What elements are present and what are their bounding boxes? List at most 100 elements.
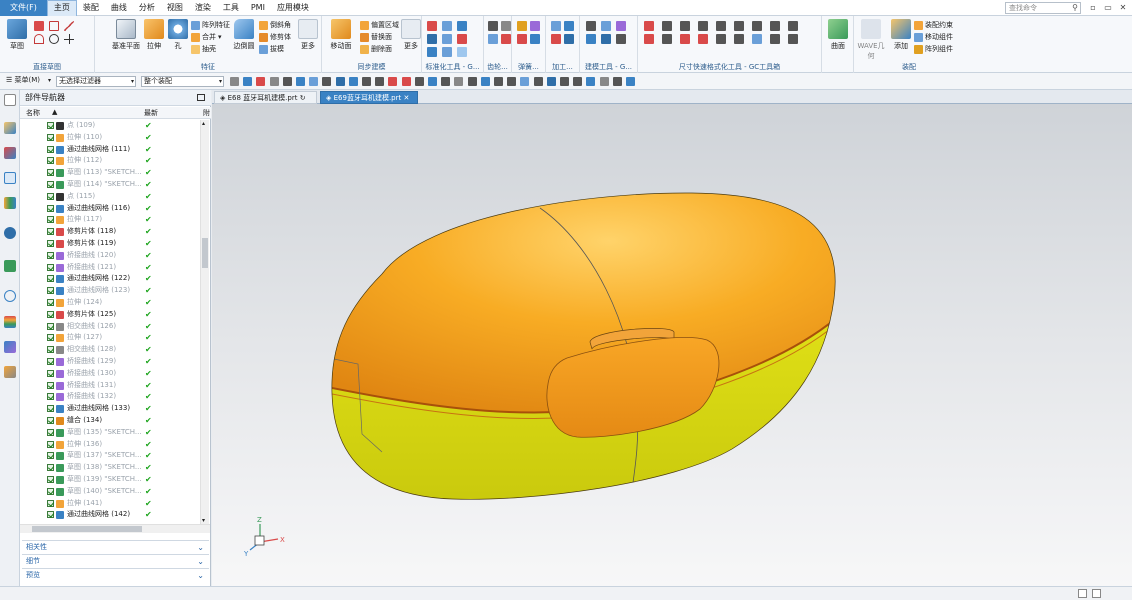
tree-row[interactable]: 拉伸 (127) ✔ [20,332,200,344]
sketch-button[interactable]: 草图 [2,19,32,51]
clock-icon[interactable] [4,290,16,302]
unite-button[interactable]: 合并 ▾ [191,32,222,42]
tree-row[interactable]: 桥接曲线 (131) ✔ [20,380,200,392]
navigator-horizontal-scrollbar[interactable] [20,524,210,533]
circle-icon[interactable] [49,34,59,44]
snap-tool-icon[interactable] [454,77,464,86]
dim-tool-icon[interactable] [662,34,672,44]
visibility-checkbox[interactable] [47,169,54,177]
tree-row[interactable]: 草图 (114) "SKETCH... ✔ [20,179,200,191]
menu-assembly[interactable]: 装配 [77,0,105,16]
selection-filter-select[interactable]: 无选择过滤器 ▾ [56,76,136,87]
tree-row[interactable]: 通过曲线网格 (123) ✔ [20,285,200,297]
visibility-checkbox[interactable] [47,464,54,472]
pattern-component-button[interactable]: 阵列组件 [914,44,953,54]
snap-tool-icon[interactable] [626,77,635,86]
draft-button[interactable]: 拔模 [259,44,284,54]
std-tool-icon[interactable] [457,21,467,31]
visibility-checkbox[interactable] [47,487,54,495]
history-icon[interactable] [4,260,16,272]
feature-more-button[interactable]: 更多 [293,19,323,51]
role-icon[interactable] [4,341,16,353]
tab-e68[interactable]: ◈ E68 蓝牙耳机建模.prt ↻ [214,91,317,104]
std-tool-icon[interactable] [442,34,452,44]
spring-icon[interactable] [517,21,527,31]
tab-e69[interactable]: ◈ E69蓝牙耳机建模.prt ✕ [320,91,418,104]
full-screen-icon[interactable] [1078,589,1087,598]
snap-tool-icon[interactable] [256,77,266,86]
modeling-tool-icon[interactable] [601,21,611,31]
arc-icon[interactable] [34,34,44,44]
visibility-checkbox[interactable] [47,122,54,129]
menu-curve[interactable]: 曲线 [105,0,133,16]
tree-row[interactable]: 通过曲线网格 (116) ✔ [20,203,200,215]
snap-tool-icon[interactable] [494,77,503,86]
visibility-checkbox[interactable] [47,239,54,247]
reuse-library-icon[interactable] [4,197,16,209]
snap-tool-icon[interactable] [243,77,253,86]
machining-icon[interactable] [551,34,561,44]
snap-tool-icon[interactable] [520,77,530,86]
tree-row[interactable]: 通过曲线网格 (133) ✔ [20,403,200,415]
snap-tool-icon[interactable] [573,77,583,86]
modeling-tool-icon[interactable] [616,21,626,31]
visibility-checkbox[interactable] [47,263,54,271]
file-menu[interactable]: 文件(F) [0,0,47,16]
tree-row[interactable]: 桥接曲线 (121) ✔ [20,262,200,274]
edge-blend-button[interactable]: 边倒圆 [229,19,259,51]
visibility-checkbox[interactable] [47,145,54,153]
tree-row[interactable]: 修剪片体 (125) ✔ [20,309,200,321]
visibility-checkbox[interactable] [47,346,54,354]
tree-row[interactable]: 拉伸 (136) ✔ [20,439,200,451]
trim-body-button[interactable]: 修剪体 [259,32,291,42]
std-tool-icon[interactable] [442,21,452,31]
snap-tool-icon[interactable] [388,77,398,86]
tree-row[interactable]: 修剪片体 (119) ✔ [20,238,200,250]
column-latest[interactable]: 最新 [144,108,158,118]
move-component-button[interactable]: 移动组件 [914,32,953,42]
close-tab-icon[interactable]: ✕ [403,94,409,102]
visibility-checkbox[interactable] [47,416,54,424]
visibility-checkbox[interactable] [47,322,54,330]
scroll-thumb[interactable] [32,526,142,532]
tree-row[interactable]: 点 (115) ✔ [20,191,200,203]
tree-row[interactable]: 相交曲线 (128) ✔ [20,344,200,356]
dim-tool-icon[interactable] [752,34,762,44]
tree-row[interactable]: 桥接曲线 (129) ✔ [20,356,200,368]
snap-tool-icon[interactable] [375,77,385,86]
tree-row[interactable]: 拉伸 (117) ✔ [20,214,200,226]
scroll-up-icon[interactable]: ▴ [202,120,205,127]
dim-tool-icon[interactable] [716,21,726,31]
visibility-checkbox[interactable] [47,157,54,165]
tree-row[interactable]: 通过曲线网格 (122) ✔ [20,273,200,285]
snap-tool-icon[interactable] [560,77,569,86]
menu-analysis[interactable]: 分析 [133,0,161,16]
menu-home[interactable]: 主页 [46,0,77,16]
dim-tool-icon[interactable] [644,21,654,31]
column-name[interactable]: 名称 [26,108,40,118]
gear-icon[interactable] [501,21,511,31]
std-tool-icon[interactable] [427,34,437,44]
tree-row[interactable]: 桥接曲线 (120) ✔ [20,250,200,262]
dim-tool-icon[interactable] [788,21,798,31]
snap-tool-icon[interactable] [546,77,556,86]
spring-icon[interactable] [530,21,540,31]
snap-tool-icon[interactable] [309,77,319,86]
view-triad[interactable]: X Z Y [243,516,285,558]
visibility-checkbox[interactable] [47,133,54,141]
shell-button[interactable]: 抽壳 [191,44,216,54]
move-face-button[interactable]: 移动面 [326,19,356,51]
visibility-checkbox[interactable] [47,216,54,224]
menu-tools[interactable]: 工具 [217,0,245,16]
palette-icon[interactable] [4,316,16,328]
spring-icon[interactable] [530,34,540,44]
scroll-down-icon[interactable]: ▾ [202,517,205,524]
delete-face-button[interactable]: 删除面 [360,44,392,54]
tree-row[interactable]: 草图 (140) "SKETCH... ✔ [20,486,200,498]
tree-row[interactable]: 拉伸 (141) ✔ [20,498,200,510]
snap-tool-icon[interactable] [599,77,609,86]
menu-view[interactable]: 视图 [161,0,189,16]
snap-tool-icon[interactable] [230,77,239,86]
tree-row[interactable]: 通过曲线网格 (111) ✔ [20,144,200,156]
visibility-checkbox[interactable] [47,287,54,295]
